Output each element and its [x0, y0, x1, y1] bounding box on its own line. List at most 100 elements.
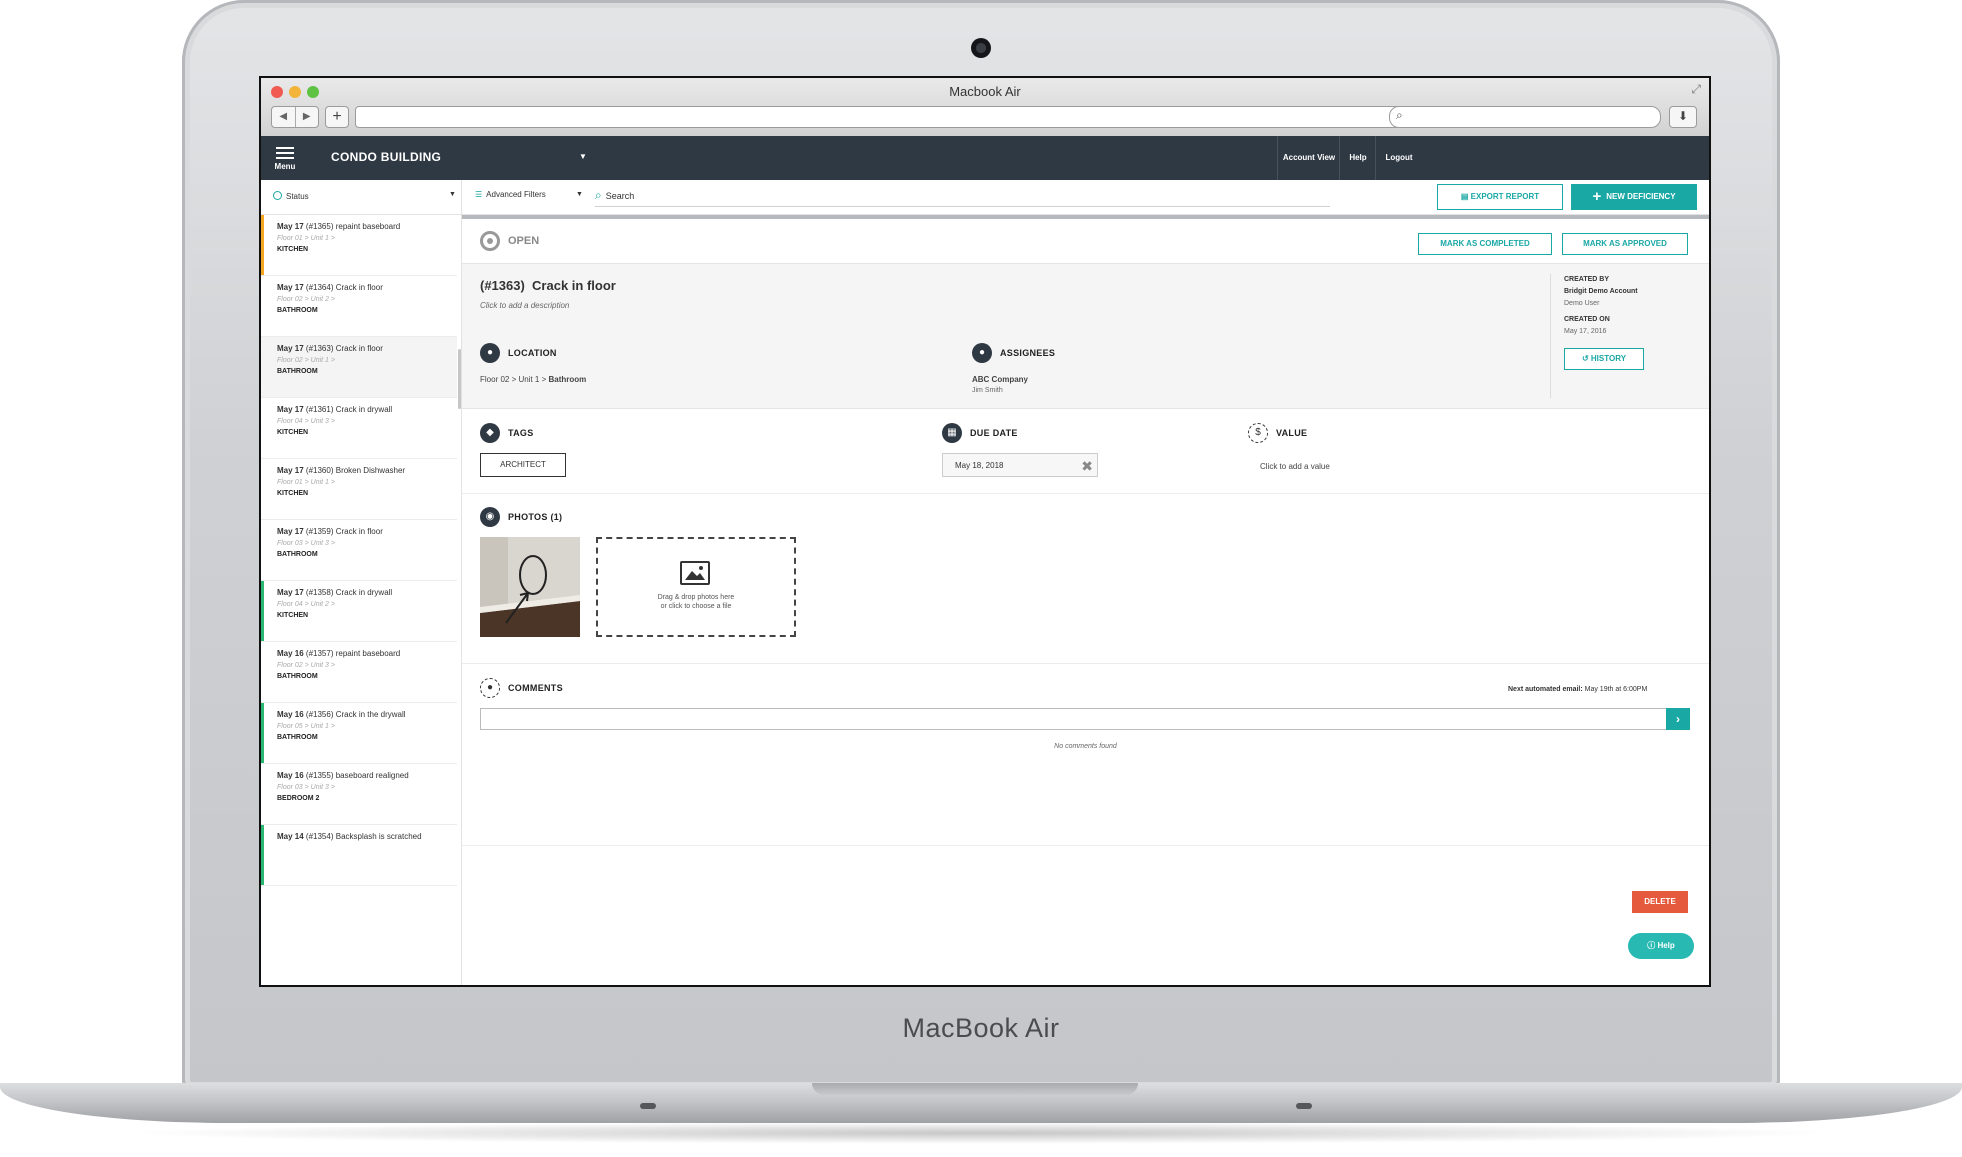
menu-button[interactable]: Menu [273, 144, 297, 171]
due-date-input[interactable]: May 18, 2018 ✖ [942, 453, 1098, 477]
help-button[interactable]: ⓘ Help [1628, 933, 1694, 959]
list-item[interactable]: May 17 (#1365) repaint baseboard Floor 01… [261, 215, 457, 276]
export-report-button[interactable]: ▤ EXPORT REPORT [1437, 184, 1563, 210]
list-item[interactable]: May 17 (#1364) Crack in floor Floor 02 > … [261, 276, 457, 337]
list-item[interactable]: May 17 (#1363) Crack in floor Floor 02 > … [261, 337, 457, 398]
search-input[interactable]: ⌕ Search [595, 188, 1330, 207]
description-placeholder[interactable]: Click to add a description [480, 301, 569, 310]
mark-approved-button[interactable]: MARK AS APPROVED [1562, 233, 1688, 255]
downloads-button[interactable]: ⬇ [1669, 106, 1697, 128]
list-item[interactable]: May 17 (#1358) Crack in drywall Floor 04 … [261, 581, 457, 642]
status-indicator [261, 337, 264, 397]
address-bar[interactable]: ↻ [355, 106, 1417, 128]
list-item-name: Crack in the drywall [335, 710, 406, 719]
image-glyph [685, 566, 705, 580]
comments-label: COMMENTS [508, 683, 563, 693]
list-item-path: Floor 04 > Unit 3 > [277, 418, 335, 425]
assignee-company[interactable]: ABC Company [972, 375, 1028, 384]
list-item-date: May 17 [277, 405, 304, 414]
list-item-name: Crack in drywall [335, 588, 393, 597]
photo-thumbnail[interactable] [480, 537, 580, 637]
logout-link[interactable]: Logout [1375, 136, 1422, 180]
list-scrollbar[interactable] [458, 349, 461, 409]
status-indicator [261, 642, 264, 702]
photo-image [480, 537, 580, 637]
list-item[interactable]: May 17 (#1361) Crack in drywall Floor 04 … [261, 398, 457, 459]
no-comments-text: No comments found [1054, 743, 1117, 750]
speech-bubble-icon: ● [480, 678, 500, 698]
list-item-date: May 16 [277, 649, 304, 658]
list-item-date: May 17 [277, 588, 304, 597]
list-item-id: (#1360) [305, 466, 334, 475]
list-item-path: Floor 01 > Unit 1 > [277, 235, 335, 242]
created-by-label: CREATED BY [1564, 276, 1609, 283]
deficiency-detail: OPEN MARK AS COMPLETED MARK AS APPROVED … [462, 215, 1709, 985]
list-item-date: May 17 [277, 344, 304, 353]
list-item[interactable]: May 16 (#1356) Crack in the drywall Floor… [261, 703, 457, 764]
list-item-title: May 17 (#1364) Crack in floor [277, 283, 449, 292]
list-item-path: Floor 02 > Unit 1 > [277, 357, 335, 364]
fullscreen-icon[interactable]: ⤢ [1691, 82, 1701, 97]
list-item-id: (#1356) [305, 710, 334, 719]
location-value[interactable]: Floor 02 > Unit 1 > Bathroom [480, 375, 586, 384]
list-item[interactable]: May 16 (#1357) repaint baseboard Floor 02… [261, 642, 457, 703]
dollar-icon: $ [1248, 423, 1268, 443]
project-selector[interactable]: CONDO BUILDING [331, 150, 441, 164]
status-indicator [261, 520, 264, 580]
value-placeholder[interactable]: Click to add a value [1260, 462, 1330, 471]
forward-arrow-icon[interactable]: ▶ [296, 107, 319, 127]
menu-label: Menu [274, 162, 296, 171]
webcam-icon [971, 38, 991, 58]
status-filter-label: Status [286, 192, 309, 201]
hamburger-icon [276, 147, 294, 159]
location-label: LOCATION [508, 348, 557, 358]
list-item-name: repaint baseboard [335, 222, 401, 231]
list-item[interactable]: May 16 (#1355) baseboard realigned Floor … [261, 764, 457, 825]
send-comment-button[interactable]: › [1666, 708, 1690, 730]
list-item-title: May 14 (#1354) Backsplash is scratched [277, 832, 449, 841]
status-indicator [261, 703, 264, 763]
list-item-title: May 16 (#1357) repaint baseboard [277, 649, 449, 658]
list-item-title: May 17 (#1361) Crack in drywall [277, 405, 449, 414]
status-indicator [261, 825, 264, 885]
clear-icon[interactable]: ✖ [1081, 454, 1093, 478]
new-tab-button[interactable]: + [325, 106, 349, 128]
dropzone-text: Drag & drop photos here or click to choos… [598, 593, 794, 611]
location-path: Floor 02 > Unit 1 > [480, 375, 547, 384]
account-view-link[interactable]: Account View [1277, 136, 1340, 180]
list-item-path: Floor 04 > Unit 2 > [277, 601, 335, 608]
mark-completed-button[interactable]: MARK AS COMPLETED [1418, 233, 1552, 255]
divider [461, 180, 462, 214]
deficiency-list: May 17 (#1365) repaint baseboard Floor 01… [261, 215, 462, 985]
status-indicator [261, 581, 264, 641]
list-item-id: (#1354) [305, 832, 334, 841]
caret-down-icon[interactable]: ▼ [449, 191, 456, 198]
list-item-room: KITCHEN [277, 429, 309, 436]
deficiency-title-text: Crack in floor [532, 278, 616, 293]
back-arrow-icon[interactable]: ◀ [272, 107, 296, 127]
caret-down-icon[interactable]: ▼ [576, 191, 583, 198]
deficiency-title[interactable]: (#1363) Crack in floor [480, 278, 616, 293]
history-button[interactable]: ↺ HISTORY [1564, 348, 1644, 370]
list-item[interactable]: May 17 (#1360) Broken Dishwasher Floor 01… [261, 459, 457, 520]
advanced-filters-label: Advanced Filters [486, 190, 546, 199]
question-icon: ⓘ [1647, 941, 1658, 950]
advanced-filters-button[interactable]: ☰ Advanced Filters [475, 190, 546, 199]
caret-down-icon[interactable]: ▼ [579, 152, 587, 161]
status-filter[interactable]: Status [273, 191, 309, 201]
tag-chip[interactable]: ARCHITECT [480, 453, 566, 477]
value-label: VALUE [1276, 428, 1308, 438]
help-link[interactable]: Help [1339, 136, 1376, 180]
list-item[interactable]: May 14 (#1354) Backsplash is scratched [261, 825, 457, 886]
new-deficiency-button[interactable]: + NEW DEFICIENCY [1571, 184, 1697, 210]
delete-button[interactable]: DELETE [1632, 891, 1688, 913]
photo-dropzone[interactable]: Drag & drop photos here or click to choos… [596, 537, 796, 637]
list-item[interactable]: May 17 (#1359) Crack in floor Floor 03 > … [261, 520, 457, 581]
laptop-foot [1296, 1103, 1312, 1109]
list-item-date: May 17 [277, 527, 304, 536]
comment-input[interactable] [480, 708, 1690, 730]
status-indicator [261, 215, 264, 275]
laptop-foot [640, 1103, 656, 1109]
list-item-date: May 17 [277, 466, 304, 475]
browser-search-field[interactable]: ⌕ [1389, 106, 1661, 128]
